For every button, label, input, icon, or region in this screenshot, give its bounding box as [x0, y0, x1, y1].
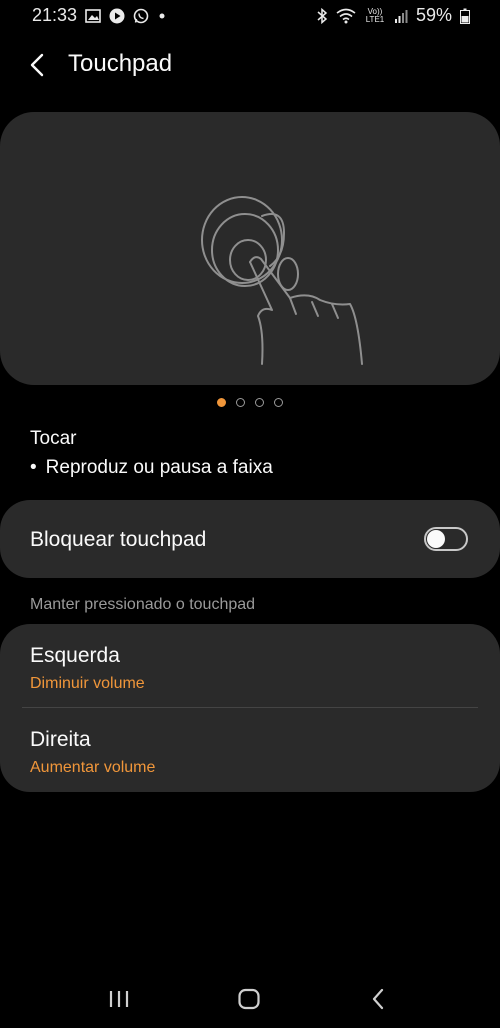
recent-apps-button[interactable]	[99, 984, 139, 1014]
gesture-description-text: Reproduz ou pausa a faixa	[45, 457, 273, 478]
battery-icon	[460, 8, 470, 24]
page-title: Touchpad	[68, 50, 173, 77]
hold-settings-card: Esquerda Diminuir volume Direita Aumenta…	[0, 624, 500, 792]
home-icon	[238, 988, 260, 1010]
gallery-icon	[85, 8, 101, 24]
pager-dot-4[interactable]	[274, 398, 283, 407]
earbud-touch-illustration	[201, 196, 363, 365]
whatsapp-icon	[133, 8, 149, 24]
pager-dot-1[interactable]	[217, 398, 226, 407]
system-nav-bar	[0, 970, 500, 1028]
volte-icon: Vo)) LTE1	[364, 6, 386, 24]
gesture-title: Tocar	[30, 428, 77, 449]
hold-item-right-value: Aumentar volume	[30, 759, 156, 776]
app-header: Touchpad	[0, 42, 500, 88]
nav-back-icon	[372, 988, 384, 1010]
lock-touchpad-row[interactable]: Bloquear touchpad	[0, 500, 500, 578]
lock-touchpad-label: Bloquear touchpad	[30, 528, 207, 551]
lock-touchpad-toggle[interactable]	[424, 527, 468, 551]
bullet-symbol: •	[30, 457, 37, 478]
hold-item-left-title: Esquerda	[30, 644, 120, 667]
gesture-description: • Reproduz ou pausa a faixa	[30, 457, 273, 479]
illustration-pager	[0, 398, 500, 407]
back-arrow-icon	[30, 53, 44, 77]
volte-label: Vo)) LTE1	[365, 6, 385, 24]
status-left: 21:33	[32, 5, 167, 26]
hold-item-left-value: Diminuir volume	[30, 675, 145, 692]
status-time: 21:33	[32, 5, 78, 25]
recent-apps-icon	[109, 991, 129, 1007]
hold-section-header: Manter pressionado o touchpad	[30, 596, 256, 613]
status-right: Vo)) LTE1 59%	[316, 5, 470, 26]
bluetooth-icon	[316, 7, 328, 24]
hold-item-right-title: Direita	[30, 728, 91, 751]
pager-dot-2[interactable]	[236, 398, 245, 407]
battery-percent: 59%	[415, 5, 452, 25]
gesture-illustration-card[interactable]	[0, 112, 500, 385]
hold-item-right[interactable]: Direita Aumentar volume	[0, 708, 500, 792]
dot-icon	[157, 11, 167, 21]
status-bar: 21:33 Vo)) LTE1 59%	[0, 0, 500, 32]
wifi-icon	[336, 8, 356, 24]
nav-back-button[interactable]	[358, 984, 398, 1014]
hold-item-left[interactable]: Esquerda Diminuir volume	[0, 624, 500, 708]
play-icon	[109, 8, 125, 24]
back-button[interactable]	[22, 48, 52, 82]
home-button[interactable]	[229, 984, 269, 1014]
toggle-knob	[427, 530, 445, 548]
pager-dot-3[interactable]	[255, 398, 264, 407]
signal-icon	[394, 8, 408, 24]
